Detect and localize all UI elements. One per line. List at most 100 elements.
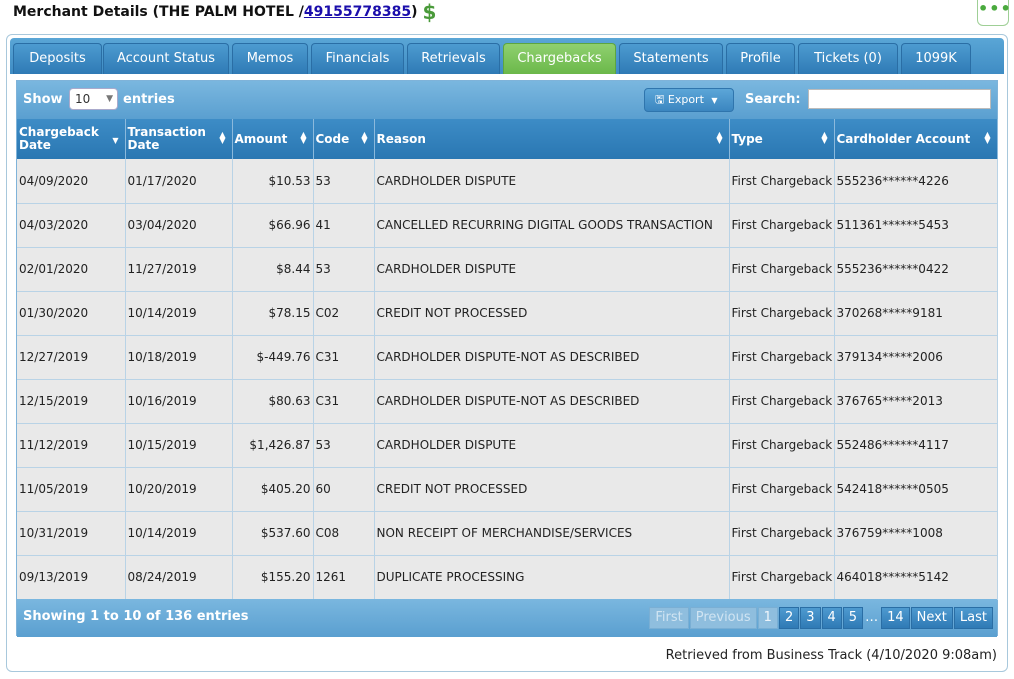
cell-amount: $80.63: [232, 379, 314, 424]
column-header-label: Type: [731, 131, 763, 146]
caret-down-icon: ▼: [711, 96, 718, 105]
table-row[interactable]: 01/30/2020 10/14/2019 $78.15 C02 CREDIT NOT …: [17, 291, 998, 336]
cell-chargeback-date: 12/27/2019: [17, 335, 126, 380]
cell-reason: CREDIT NOT PROCESSED: [374, 291, 730, 336]
search-label: Search:: [745, 92, 801, 107]
column-header-transaction-date[interactable]: Transaction Date ▲ ▼: [125, 119, 233, 159]
cell-type: First Chargeback: [729, 555, 835, 600]
sort-icon: ▲ ▼: [821, 130, 828, 145]
cell-code: C31: [313, 379, 375, 424]
cell-amount: $10.53: [232, 159, 314, 204]
cell-code: 53: [313, 423, 375, 468]
cell-amount: $405.20: [232, 467, 314, 512]
table-row[interactable]: 04/03/2020 03/04/2020 $66.96 41 CANCELLED RE…: [17, 203, 998, 248]
cell-cardholder-account: 555236******4226: [834, 159, 998, 204]
cell-code: C31: [313, 335, 375, 380]
table-header-row: Chargeback Date ▼ Transaction Date ▲ ▼ Amount…: [17, 119, 998, 159]
column-header-label: Chargeback Date: [19, 125, 99, 152]
tab-memos[interactable]: Memos: [232, 43, 308, 74]
column-header-type[interactable]: Type ▲ ▼: [729, 119, 835, 159]
table-row[interactable]: 09/13/2019 08/24/2019 $155.20 1261 DUPLICATE…: [17, 555, 998, 600]
tab-account-status[interactable]: Account Status: [103, 43, 229, 74]
first-page-button[interactable]: First: [649, 607, 689, 629]
entries-length-select[interactable]: 10 ▼: [69, 88, 118, 110]
table-body: 04/09/2020 01/17/2020 $10.53 53 CARDHOLDER D…: [17, 159, 998, 600]
cell-reason: DUPLICATE PROCESSING: [374, 555, 730, 600]
title-suffix: ): [411, 4, 418, 20]
dollar-icon[interactable]: $: [422, 2, 436, 22]
next-page-button[interactable]: Next: [910, 607, 953, 629]
cell-type: First Chargeback: [729, 379, 835, 424]
column-header-code[interactable]: Code ▲ ▼: [313, 119, 375, 159]
last-page-button[interactable]: Last: [953, 607, 993, 629]
cell-transaction-date: 10/14/2019: [125, 511, 233, 556]
table-row[interactable]: 12/15/2019 10/16/2019 $80.63 C31 CARDHOLDER …: [17, 379, 998, 424]
cell-cardholder-account: 370268*****9181: [834, 291, 998, 336]
tab-financials[interactable]: Financials: [311, 43, 404, 74]
cell-code: C08: [313, 511, 375, 556]
cell-code: 53: [313, 159, 375, 204]
column-header-label: Reason: [376, 131, 426, 146]
cell-reason: CARDHOLDER DISPUTE-NOT AS DESCRIBED: [374, 335, 730, 380]
export-button[interactable]: 🖫 Export ▼: [644, 88, 734, 112]
cell-code: 41: [313, 203, 375, 248]
previous-page-button[interactable]: Previous: [689, 607, 757, 629]
tab-deposits[interactable]: Deposits: [13, 43, 102, 74]
table-toolbar: Show 10 ▼ entries 🖫 Export ▼ Search:: [17, 81, 997, 119]
pagination-ellipsis: …: [865, 610, 879, 625]
tab-statements[interactable]: Statements: [619, 43, 723, 74]
save-icon: 🖫: [655, 93, 665, 106]
cell-chargeback-date: 02/01/2020: [17, 247, 126, 292]
cell-reason: CARDHOLDER DISPUTE: [374, 159, 730, 204]
chevron-down-icon: ▼: [106, 94, 113, 104]
page-button-last-number[interactable]: 14: [881, 607, 910, 629]
table-row[interactable]: 11/05/2019 10/20/2019 $405.20 60 CREDIT NOT …: [17, 467, 998, 512]
cell-reason: CREDIT NOT PROCESSED: [374, 467, 730, 512]
page-button-2[interactable]: 2: [778, 607, 800, 629]
column-header-chargeback-date[interactable]: Chargeback Date ▼: [17, 119, 126, 159]
cell-cardholder-account: 379134*****2006: [834, 335, 998, 380]
merchant-id-link[interactable]: 49155778385: [304, 4, 411, 20]
cell-amount: $155.20: [232, 555, 314, 600]
page-button-1[interactable]: 1: [757, 607, 778, 629]
sort-icon: ▲ ▼: [219, 130, 226, 145]
page-button-5[interactable]: 5: [842, 607, 864, 629]
cell-amount: $78.15: [232, 291, 314, 336]
cell-chargeback-date: 11/05/2019: [17, 467, 126, 512]
cell-amount: $537.60: [232, 511, 314, 556]
cell-code: 1261: [313, 555, 375, 600]
table-row[interactable]: 10/31/2019 10/14/2019 $537.60 C08 NON RECEIP…: [17, 511, 998, 556]
pagination: First Previous 12345 … 14 Next Last: [648, 607, 993, 629]
search-input[interactable]: [808, 89, 991, 109]
table-row[interactable]: 11/12/2019 10/15/2019 $1,426.87 53 CARDHOLDE…: [17, 423, 998, 468]
cell-type: First Chargeback: [729, 335, 835, 380]
tab-chargebacks[interactable]: Chargebacks: [503, 43, 616, 74]
column-header-label: Amount: [234, 131, 288, 146]
table-row[interactable]: 02/01/2020 11/27/2019 $8.44 53 CARDHOLDER DI…: [17, 247, 998, 292]
title-prefix: Merchant Details (THE PALM HOTEL /: [13, 4, 304, 20]
column-header-amount[interactable]: Amount ▲ ▼: [232, 119, 314, 159]
sort-icon: ▲ ▼: [716, 130, 723, 145]
tab-retrievals[interactable]: Retrievals: [407, 43, 500, 74]
table-row[interactable]: 04/09/2020 01/17/2020 $10.53 53 CARDHOLDER D…: [17, 159, 998, 204]
cell-cardholder-account: 542418******0505: [834, 467, 998, 512]
cell-amount: $8.44: [232, 247, 314, 292]
page-button-4[interactable]: 4: [821, 607, 842, 629]
cell-transaction-date: 01/17/2020: [125, 159, 233, 204]
cell-amount: $1,426.87: [232, 423, 314, 468]
tab-1099k[interactable]: 1099K: [901, 43, 971, 74]
column-header-reason[interactable]: Reason ▲ ▼: [374, 119, 730, 159]
tab-profile[interactable]: Profile: [726, 43, 795, 74]
cell-amount: $-449.76: [232, 335, 314, 380]
more-options-button[interactable]: •••: [977, 0, 1011, 26]
show-label: Show: [23, 92, 63, 107]
table-info: Showing 1 to 10 of 136 entries: [23, 609, 249, 624]
entries-length-value: 10: [75, 92, 91, 106]
cell-cardholder-account: 376765*****2013: [834, 379, 998, 424]
chargebacks-table-container: Show 10 ▼ entries 🖫 Export ▼ Search: Cha…: [16, 80, 998, 637]
table-row[interactable]: 12/27/2019 10/18/2019 $-449.76 C31 CARDHOLDE…: [17, 335, 998, 380]
tab-tickets-0[interactable]: Tickets (0): [798, 43, 898, 74]
column-header-cardholder-account[interactable]: Cardholder Account ▲ ▼: [834, 119, 998, 159]
page-button-3[interactable]: 3: [800, 607, 821, 629]
sort-icon: ▲ ▼: [984, 130, 991, 145]
